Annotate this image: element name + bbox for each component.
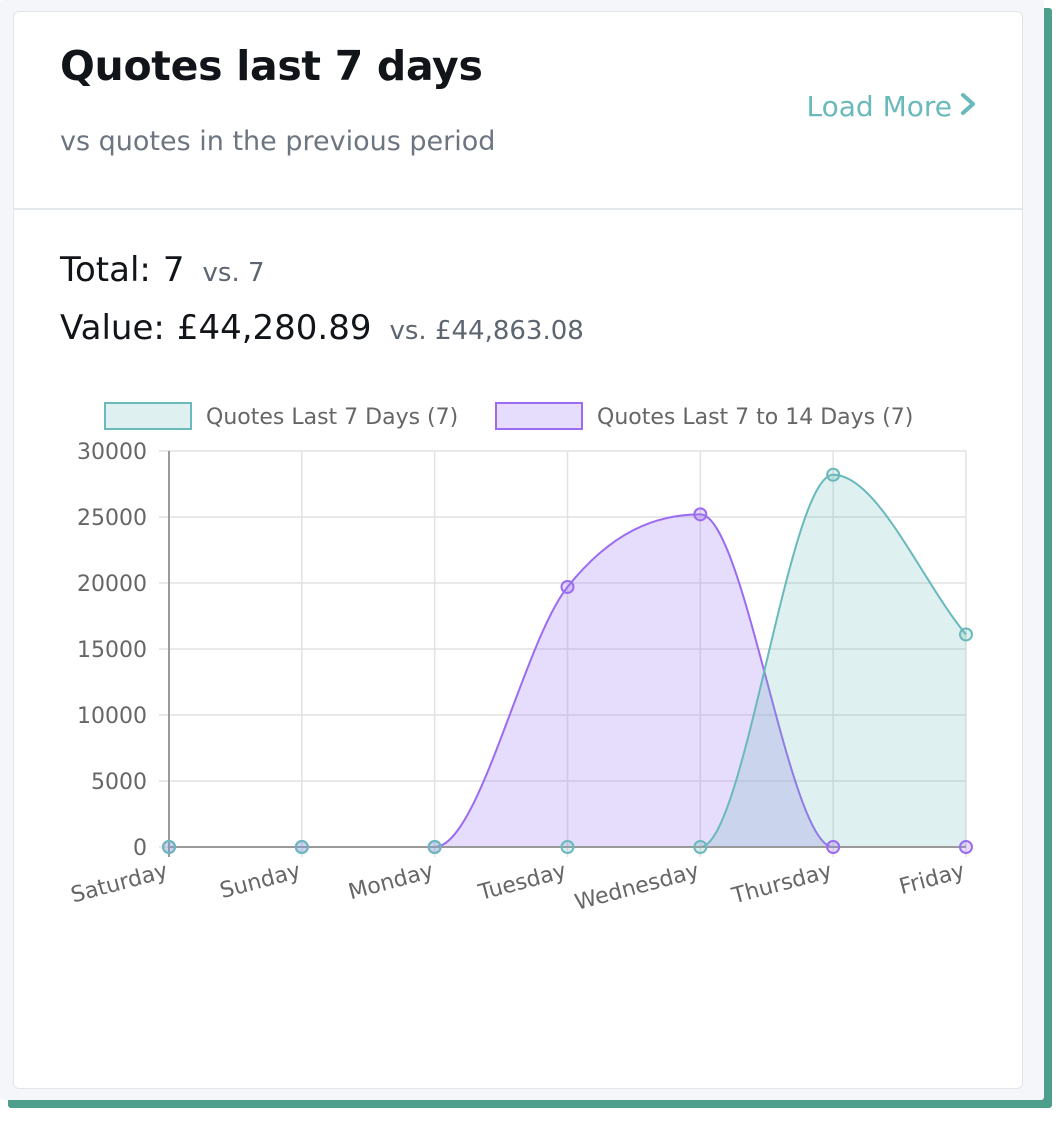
- x-tick-label: Monday: [346, 859, 436, 906]
- x-tick-label: Sunday: [217, 859, 303, 904]
- data-point-current: [693, 840, 708, 854]
- y-tick-label: 30000: [77, 440, 147, 465]
- quotes-area-chart: 0 5000 10000 15000 20000 25000 30000 Saturday Su…: [68, 402, 973, 916]
- data-point-previous: [693, 507, 708, 522]
- x-tick-label: Friday: [897, 859, 968, 900]
- legend-label-current: Quotes Last 7 Days (7): [206, 405, 458, 430]
- x-tick-label: Tuesday: [475, 859, 569, 907]
- y-tick-label: 10000: [77, 704, 147, 729]
- legend-swatch-current: [104, 402, 192, 430]
- data-point-current: [959, 627, 973, 642]
- y-tick-label: 15000: [77, 638, 147, 663]
- legend-swatch-previous: [495, 402, 583, 430]
- data-point-current: [162, 840, 176, 854]
- x-tick-label: Wednesday: [572, 859, 702, 916]
- data-point-current: [560, 840, 575, 854]
- data-point-current: [427, 840, 442, 854]
- data-point-previous: [826, 840, 841, 854]
- data-point-previous: [560, 579, 575, 594]
- legend-label-previous: Quotes Last 7 to 14 Days (7): [597, 405, 913, 430]
- y-tick-label: 25000: [77, 506, 147, 531]
- y-tick-label: 0: [133, 836, 147, 861]
- data-point-current: [826, 467, 841, 482]
- y-tick-label: 5000: [91, 770, 147, 795]
- x-tick-label: Saturday: [68, 859, 170, 909]
- data-point-current: [294, 840, 309, 854]
- data-point-previous: [959, 840, 973, 854]
- y-tick-label: 20000: [77, 572, 147, 597]
- x-tick-label: Thursday: [728, 859, 834, 910]
